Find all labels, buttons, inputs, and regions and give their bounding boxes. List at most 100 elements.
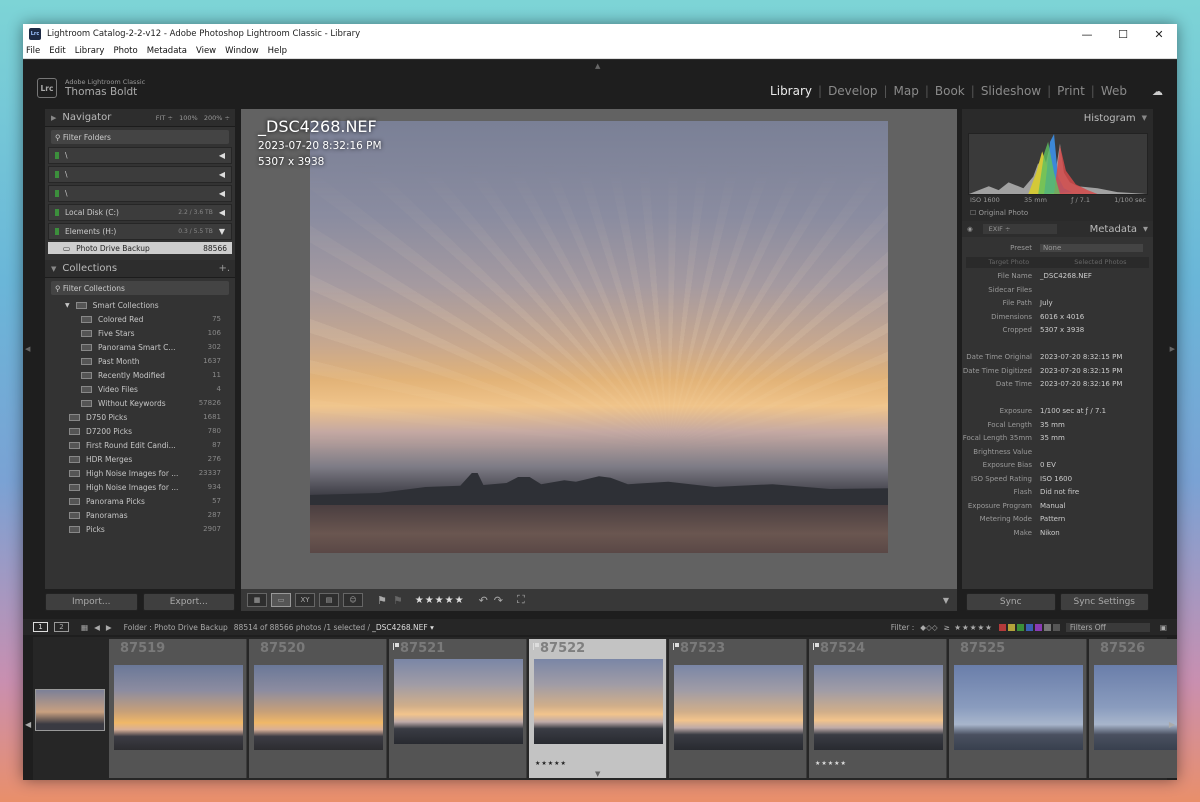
menu-edit[interactable]: Edit bbox=[49, 46, 65, 56]
smart-collections-set[interactable]: ▼ Smart Collections bbox=[45, 298, 235, 312]
primary-window-button[interactable]: 1 bbox=[33, 622, 48, 632]
target-selector[interactable]: Target Photo Selected Photos bbox=[966, 256, 1149, 268]
people-view-button[interactable]: ☺ bbox=[343, 593, 363, 607]
preset-row[interactable]: Preset None bbox=[962, 241, 1153, 255]
filter-collections-input[interactable]: ⚲ Filter Collections bbox=[51, 281, 229, 295]
maximize-icon[interactable]: ☐ bbox=[1105, 28, 1141, 41]
navigator-header[interactable]: ▶ Navigator FIT ÷ 100% 200% ÷ bbox=[45, 109, 235, 127]
pick-flag-icon[interactable] bbox=[813, 643, 819, 650]
menu-library[interactable]: Library bbox=[75, 46, 105, 56]
filmstrip-thumbnail[interactable] bbox=[674, 665, 803, 750]
zoom-fit[interactable]: FIT ÷ bbox=[156, 114, 173, 122]
folder-photo-drive-backup[interactable]: ▭ Photo Drive Backup 88566 bbox=[48, 242, 232, 254]
filmstrip-cell[interactable]: 87522 ★★★★★ bbox=[529, 639, 667, 778]
compare-view-button[interactable]: XY bbox=[295, 593, 315, 607]
collection-item[interactable]: Past Month 1637 bbox=[45, 354, 235, 368]
filmstrip-cell[interactable]: 87519 bbox=[109, 639, 247, 778]
filmstrip-cell[interactable]: 87525 bbox=[949, 639, 1087, 778]
collections-header[interactable]: ▼ Collections +. bbox=[45, 260, 235, 278]
filter-folders-input[interactable]: ⚲ Filter Folders bbox=[51, 130, 229, 144]
export-button[interactable]: Export... bbox=[142, 593, 235, 611]
module-book[interactable]: Book bbox=[929, 84, 971, 98]
close-icon[interactable]: ✕ bbox=[1141, 28, 1177, 41]
sync-settings-button[interactable]: Sync Settings bbox=[1059, 593, 1149, 611]
original-photo-checkbox[interactable]: ☐ Original Photo bbox=[970, 209, 1028, 217]
filmstrip-thumbnail[interactable] bbox=[814, 665, 943, 750]
collection-item[interactable]: Panorama Picks 57 bbox=[45, 494, 235, 508]
zoom-100[interactable]: 100% bbox=[179, 114, 198, 122]
filter-preset-select[interactable]: Filters Off bbox=[1065, 622, 1150, 632]
collection-item[interactable]: D750 Picks 1681 bbox=[45, 410, 235, 424]
crop-icon[interactable]: ⛶ bbox=[517, 593, 525, 607]
minimize-icon[interactable]: — bbox=[1069, 28, 1105, 41]
filmstrip-cell[interactable]: 87521 bbox=[389, 639, 527, 778]
collection-item[interactable]: Recently Modified 11 bbox=[45, 368, 235, 382]
collection-item[interactable]: Without Keywords 57826 bbox=[45, 396, 235, 410]
volume-3[interactable]: \ ◀ bbox=[48, 185, 232, 202]
filter-stars[interactable]: ≥ ★★★★★ bbox=[944, 623, 993, 632]
collection-item[interactable]: Colored Red 75 bbox=[45, 312, 235, 326]
module-library[interactable]: Library bbox=[764, 84, 818, 98]
filmstrip-left-icon[interactable]: ◀ bbox=[25, 720, 31, 729]
loupe-view-button[interactable]: ▭ bbox=[271, 593, 291, 607]
collection-item[interactable]: Five Stars 106 bbox=[45, 326, 235, 340]
right-panel-toggle-icon[interactable]: ▶ bbox=[1170, 345, 1175, 353]
bottom-panel-toggle-icon[interactable]: ▼ bbox=[595, 770, 600, 778]
grid-view-button[interactable]: ▦ bbox=[247, 593, 267, 607]
pick-flag-icon[interactable] bbox=[533, 643, 539, 650]
module-map[interactable]: Map bbox=[888, 84, 925, 98]
volume-elements[interactable]: Elements (H:) 0.3 / 5.5 TB ▼ bbox=[48, 223, 232, 240]
import-button[interactable]: Import... bbox=[45, 593, 138, 611]
metadata-set-select[interactable]: EXIF ÷ bbox=[982, 224, 1057, 234]
module-slideshow[interactable]: Slideshow bbox=[975, 84, 1047, 98]
rotate-left-icon[interactable]: ↶ bbox=[479, 594, 488, 607]
menu-file[interactable]: File bbox=[26, 46, 40, 56]
menu-metadata[interactable]: Metadata bbox=[147, 46, 187, 56]
metadata-header[interactable]: ◉ EXIF ÷ Metadata ▼ bbox=[962, 221, 1153, 237]
filmstrip-thumbnail[interactable] bbox=[254, 665, 383, 750]
collection-item[interactable]: Panoramas 287 bbox=[45, 508, 235, 522]
filmstrip-cell[interactable]: 87524 ★★★★★ bbox=[809, 639, 947, 778]
flag-reject-icon[interactable]: ⚑ bbox=[393, 594, 403, 607]
flag-pick-icon[interactable]: ⚑ bbox=[377, 594, 387, 607]
selected-filename[interactable]: _DSC4268.NEF ▾ bbox=[372, 623, 434, 632]
star-rating[interactable]: ★★★★★ bbox=[415, 595, 465, 606]
collection-item[interactable]: High Noise Images for ... 23337 bbox=[45, 466, 235, 480]
flag-filter-icon[interactable]: ◆◇◇ bbox=[920, 623, 937, 632]
module-develop[interactable]: Develop bbox=[822, 84, 883, 98]
volume-1[interactable]: \ ◀ bbox=[48, 147, 232, 164]
sync-button[interactable]: Sync bbox=[966, 593, 1056, 611]
menu-view[interactable]: View bbox=[196, 46, 216, 56]
filmstrip-cell[interactable]: 87526 bbox=[1089, 639, 1177, 778]
grid-icon[interactable]: ▦ bbox=[81, 623, 88, 632]
source-label[interactable]: Folder : Photo Drive Backup bbox=[124, 623, 228, 632]
back-icon[interactable]: ◀ bbox=[94, 623, 100, 632]
forward-icon[interactable]: ▶ bbox=[106, 623, 112, 632]
filmstrip-thumb-prev[interactable] bbox=[35, 689, 105, 731]
filmstrip-cell[interactable]: 87523 bbox=[669, 639, 807, 778]
secondary-window-button[interactable]: 2 bbox=[54, 622, 69, 632]
collection-item[interactable]: Picks 2907 bbox=[45, 522, 235, 536]
collection-item[interactable]: Video Files 4 bbox=[45, 382, 235, 396]
menu-photo[interactable]: Photo bbox=[113, 46, 137, 56]
pick-flag-icon[interactable] bbox=[393, 643, 399, 650]
filmstrip-thumbnail[interactable] bbox=[1094, 665, 1177, 750]
menu-window[interactable]: Window bbox=[225, 46, 259, 56]
menu-help[interactable]: Help bbox=[268, 46, 287, 56]
filmstrip-cell[interactable]: 87520 bbox=[249, 639, 387, 778]
volume-2[interactable]: \ ◀ bbox=[48, 166, 232, 183]
left-panel-toggle-icon[interactable]: ◀ bbox=[25, 345, 30, 353]
filter-lock-icon[interactable]: ▣ bbox=[1160, 623, 1167, 632]
filmstrip-thumbnail[interactable] bbox=[534, 659, 663, 744]
toolbar-menu-icon[interactable]: ▼ bbox=[943, 596, 949, 605]
histogram-header[interactable]: Histogram ▼ bbox=[962, 109, 1153, 127]
collection-item[interactable]: D7200 Picks 780 bbox=[45, 424, 235, 438]
cloud-icon[interactable]: ☁ bbox=[1152, 85, 1163, 98]
zoom-200[interactable]: 200% ÷ bbox=[204, 114, 230, 122]
collection-item[interactable]: HDR Merges 276 bbox=[45, 452, 235, 466]
collection-item[interactable]: High Noise Images for ... 934 bbox=[45, 480, 235, 494]
collection-item[interactable]: Panorama Smart C... 302 bbox=[45, 340, 235, 354]
filmstrip-thumbnail[interactable] bbox=[954, 665, 1083, 750]
pick-flag-icon[interactable] bbox=[673, 643, 679, 650]
filmstrip-thumbnail[interactable] bbox=[394, 659, 523, 744]
